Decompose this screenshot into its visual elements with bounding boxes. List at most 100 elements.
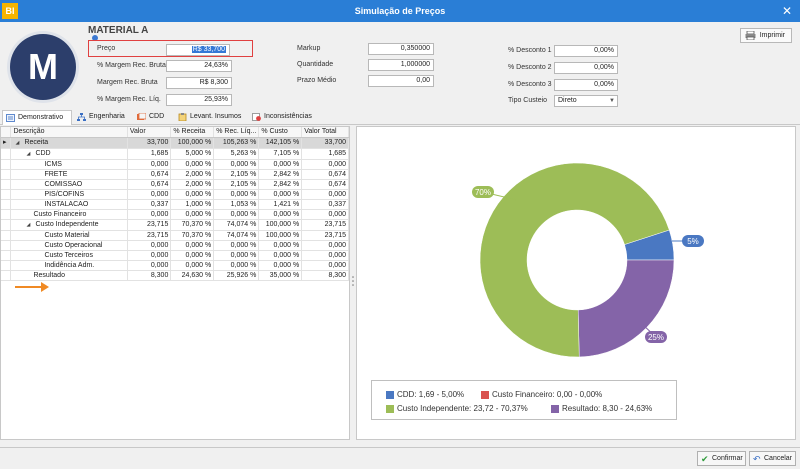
row-indicator [1,270,12,281]
table-row[interactable]: FRETE 0,674 2,000 % 2,105 % 2,842 % 0,674 [1,169,349,180]
cell-valor: 23,715 [127,230,172,241]
table-row[interactable]: ICMS 0,000 0,000 % 0,000 % 0,000 % 0,000 [1,159,349,170]
product-name: MATERIAL A [88,25,149,36]
cell-pct-rec-liq: 105,263 % [213,137,260,149]
table-row[interactable]: Custo Terceiros 0,000 0,000 % 0,000 % 0,000 … [1,250,349,261]
data-label: 70% [475,188,491,197]
table-row[interactable]: Custo Material 23,715 70,370 % 74,074 % 100,… [1,230,349,241]
cell-valor: 0,000 [127,209,172,220]
window-title: Simulação de Preços [354,6,446,16]
cell-pct-custo: 0,000 % [258,250,303,261]
cell-pct-receita: 70,370 % [170,230,215,241]
chevron-down-icon: ▼ [609,98,615,104]
avatar: M [10,34,76,100]
cell-pct-receita: 24,630 % [170,270,215,281]
table-row[interactable]: INSTALACAO 0,337 1,000 % 1,053 % 1,421 % 0,33… [1,199,349,210]
table-row[interactable]: Resultado 8,300 24,630 % 25,926 % 35,000 % 8,… [1,270,349,281]
markup-label: Markup [297,45,321,52]
cell-pct-rec-liq: 0,000 % [213,159,260,170]
margem-liq-pct-label: % Margem Rec. Líq. [97,96,161,103]
confirm-button[interactable]: ✔ Confirmar [697,451,746,466]
quantidade-label: Quantidade [297,61,334,68]
chart-legend: CDD: 1,69 - 5,00% Custo Financeiro: 0,00… [371,380,677,420]
panel-splitter[interactable] [351,275,355,287]
table-row[interactable]: COMISSAO 0,674 2,000 % 2,105 % 2,842 % 0,674 [1,179,349,190]
cell-valor: 0,000 [127,240,172,251]
margem-bruta-pct-label: % Margem Rec. Bruta [97,62,166,69]
col-header-pct-custo[interactable]: % Custo [258,127,303,138]
cell-pct-custo: 7,105 % [258,148,303,160]
cell-pct-rec-liq: 74,074 % [213,230,260,241]
cell-pct-rec-liq: 0,000 % [213,250,260,261]
cell-pct-custo: 0,000 % [258,189,303,200]
markup-field[interactable]: 0,350000 [368,43,434,55]
cell-pct-custo: 2,842 % [258,169,303,180]
row-indicator [1,189,12,200]
table-row[interactable]: PIS/COFINS 0,000 0,000 % 0,000 % 0,000 % 0,00… [1,189,349,200]
cell-pct-receita: 1,000 % [170,199,215,210]
row-indicator [1,230,12,241]
close-icon[interactable]: ✕ [782,4,792,18]
cancel-button[interactable]: ↶ Cancelar [749,451,796,466]
desc2-field[interactable]: 0,00% [554,62,618,74]
cell-pct-receita: 100,000 % [170,137,215,149]
cell-pct-rec-liq: 25,926 % [213,270,260,281]
warning-doc-icon [252,113,261,121]
col-header-valor-total[interactable]: Valor Total [301,127,349,138]
legend-swatch [481,391,489,399]
col-header-pct-receita[interactable]: % Receita [170,127,215,138]
margem-liq-pct-field[interactable]: 25,93% [166,94,232,106]
desc2-label: % Desconto 2 [508,64,552,71]
donut-chart: 5% 70% 25% [472,162,704,358]
legend-item-custo-independente: Custo Independente: 23,72 - 70,37% [386,404,528,413]
data-table: Descrição Valor % Receita % Rec. Líq... … [1,127,349,281]
col-header-pct-rec-liq[interactable]: % Rec. Líq... [213,127,260,138]
col-header-valor[interactable]: Valor [127,127,172,138]
demonstrativo-grid: Descrição Valor % Receita % Rec. Líq... … [0,126,350,440]
legend-swatch [386,405,394,413]
cell-descricao: PIS/COFINS [10,189,128,200]
table-row[interactable]: Custo Financeiro 0,000 0,000 % 0,000 % 0,000… [1,209,349,220]
cell-pct-receita: 5,000 % [170,148,215,160]
margem-bruta-pct-field[interactable]: 24,63% [166,60,232,72]
desc1-field[interactable]: 0,00% [554,45,618,57]
legend-swatch [386,391,394,399]
cell-valor: 0,000 [127,250,172,261]
cell-pct-custo: 0,000 % [258,240,303,251]
prazo-label: Prazo Médio [297,77,337,84]
cell-valor-total: 0,000 [301,240,349,251]
cell-pct-rec-liq: 0,000 % [213,240,260,251]
col-header-descricao[interactable]: Descrição [10,127,128,138]
cell-valor-total: 23,715 [301,230,349,241]
preco-field[interactable]: R$ 33,700 [166,44,230,56]
cell-valor: 33,700 [127,137,172,149]
table-row[interactable]: ▸ ◢ Receita 33,700 100,000 % 105,263 % 142,105… [1,137,349,149]
cell-valor-total: 23,715 [301,219,349,231]
quantidade-field[interactable]: 1,000000 [368,59,434,71]
cell-valor-total: 0,674 [301,169,349,180]
tab-cdd[interactable]: CDD [134,110,174,125]
cell-pct-custo: 35,000 % [258,270,303,281]
tab-levant-insumos[interactable]: Levant. Insumos [175,110,247,125]
cell-valor-total: 0,000 [301,260,349,271]
desc3-field[interactable]: 0,00% [554,79,618,91]
tipo-custeio-select[interactable]: Direto ▼ [554,95,618,107]
cell-descricao: Custo Financeiro [10,209,128,220]
cell-pct-rec-liq: 74,074 % [213,219,260,231]
print-button[interactable]: Imprimir [740,28,792,43]
table-row[interactable]: Custo Operacional 0,000 0,000 % 0,000 % 0,00… [1,240,349,251]
footer-bar: ✔ Confirmar ↶ Cancelar [0,447,800,469]
cell-valor-total: 8,300 [301,270,349,281]
cell-pct-rec-liq: 2,105 % [213,179,260,190]
table-row[interactable]: ◢ CDD 1,685 5,000 % 5,263 % 7,105 % 1,685 [1,148,349,160]
prazo-field[interactable]: 0,00 [368,75,434,87]
table-row[interactable]: ◢ Custo Independente 23,715 70,370 % 74,074 … [1,219,349,231]
cell-descricao: INSTALACAO [10,199,128,210]
row-label: Custo Independente [35,220,99,228]
cell-pct-receita: 2,000 % [170,169,215,180]
tab-inconsistencias[interactable]: Inconsistências [249,110,319,125]
margem-bruta-field[interactable]: R$ 8,300 [166,77,232,89]
tab-engenharia[interactable]: Engenharia [74,110,132,125]
tab-demonstrativo[interactable]: Demonstrativo [2,110,72,125]
table-row[interactable]: Indidência Adm. 0,000 0,000 % 0,000 % 0,000 … [1,260,349,271]
